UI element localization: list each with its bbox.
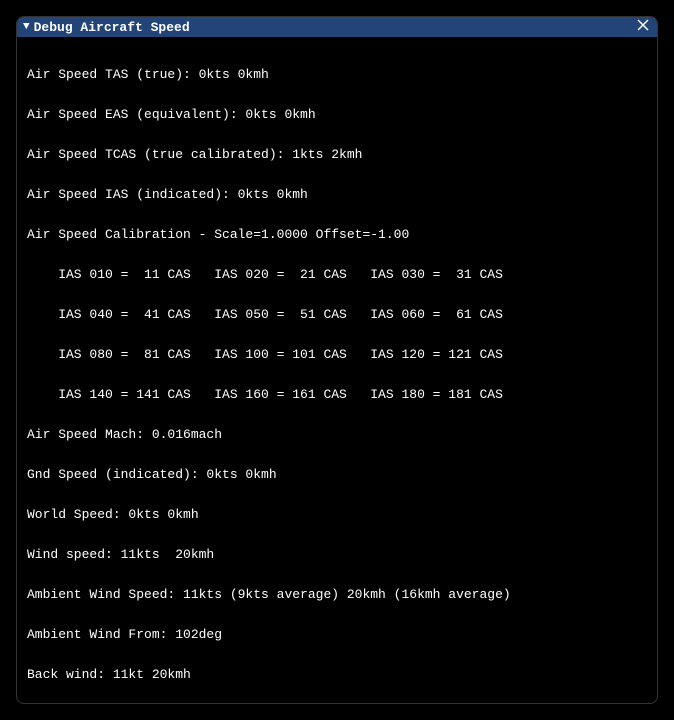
- debug-line: IAS 140 = 141 CAS IAS 160 = 161 CAS IAS …: [27, 385, 647, 405]
- debug-line: Air Speed Calibration - Scale=1.0000 Off…: [27, 225, 647, 245]
- debug-window: ▼ Debug Aircraft Speed Air Speed TAS (tr…: [16, 16, 658, 704]
- close-button[interactable]: [635, 19, 651, 35]
- debug-line: IAS 040 = 41 CAS IAS 050 = 51 CAS IAS 06…: [27, 305, 647, 325]
- window-title: Debug Aircraft Speed: [34, 20, 190, 35]
- debug-content: Air Speed TAS (true): 0kts 0kmh Air Spee…: [17, 37, 657, 704]
- debug-line: Back wind: 11kt 20kmh: [27, 665, 647, 685]
- debug-line: World Speed: 0kts 0kmh: [27, 505, 647, 525]
- debug-line: Gnd Speed (indicated): 0kts 0kmh: [27, 465, 647, 485]
- debug-line: Air Speed TCAS (true calibrated): 1kts 2…: [27, 145, 647, 165]
- titlebar[interactable]: ▼ Debug Aircraft Speed: [17, 17, 657, 37]
- debug-line: Ambient Wind Speed: 11kts (9kts average)…: [27, 585, 647, 605]
- debug-line: Air Speed EAS (equivalent): 0kts 0kmh: [27, 105, 647, 125]
- titlebar-left: ▼ Debug Aircraft Speed: [23, 20, 190, 35]
- close-icon: [637, 19, 649, 31]
- debug-line: Wind speed: 11kts 20kmh: [27, 545, 647, 565]
- debug-line: Ambient Wind From: 102deg: [27, 625, 647, 645]
- debug-line: Air Speed IAS (indicated): 0kts 0kmh: [27, 185, 647, 205]
- debug-line: IAS 080 = 81 CAS IAS 100 = 101 CAS IAS 1…: [27, 345, 647, 365]
- debug-line: Air Speed Mach: 0.016mach: [27, 425, 647, 445]
- collapse-icon[interactable]: ▼: [23, 22, 30, 33]
- debug-line: Air Speed TAS (true): 0kts 0kmh: [27, 65, 647, 85]
- debug-line: IAS 010 = 11 CAS IAS 020 = 21 CAS IAS 03…: [27, 265, 647, 285]
